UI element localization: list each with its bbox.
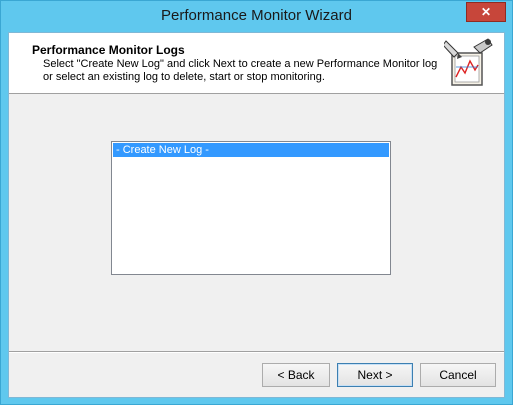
cancel-button[interactable]: Cancel <box>420 363 496 387</box>
next-button[interactable]: Next > <box>337 363 413 387</box>
wizard-client-area: Performance Monitor Logs Select "Create … <box>8 32 505 398</box>
header-description: Select "Create New Log" and click Next t… <box>43 58 438 83</box>
window-title: Performance Monitor Wizard <box>161 7 352 24</box>
list-item-create-new-log[interactable]: - Create New Log - <box>113 143 389 157</box>
logs-listbox[interactable]: - Create New Log - <box>111 141 391 275</box>
close-button[interactable]: ✕ <box>466 2 506 22</box>
button-separator <box>9 351 504 353</box>
back-button[interactable]: < Back <box>262 363 330 387</box>
title-bar[interactable]: Performance Monitor Wizard ✕ <box>1 1 512 31</box>
wizard-header: Performance Monitor Logs Select "Create … <box>9 33 504 94</box>
performance-monitor-wizard-icon <box>444 38 493 86</box>
header-title: Performance Monitor Logs <box>32 43 185 57</box>
close-icon: ✕ <box>480 5 492 19</box>
wizard-window: Performance Monitor Wizard ✕ Performance… <box>0 0 513 405</box>
